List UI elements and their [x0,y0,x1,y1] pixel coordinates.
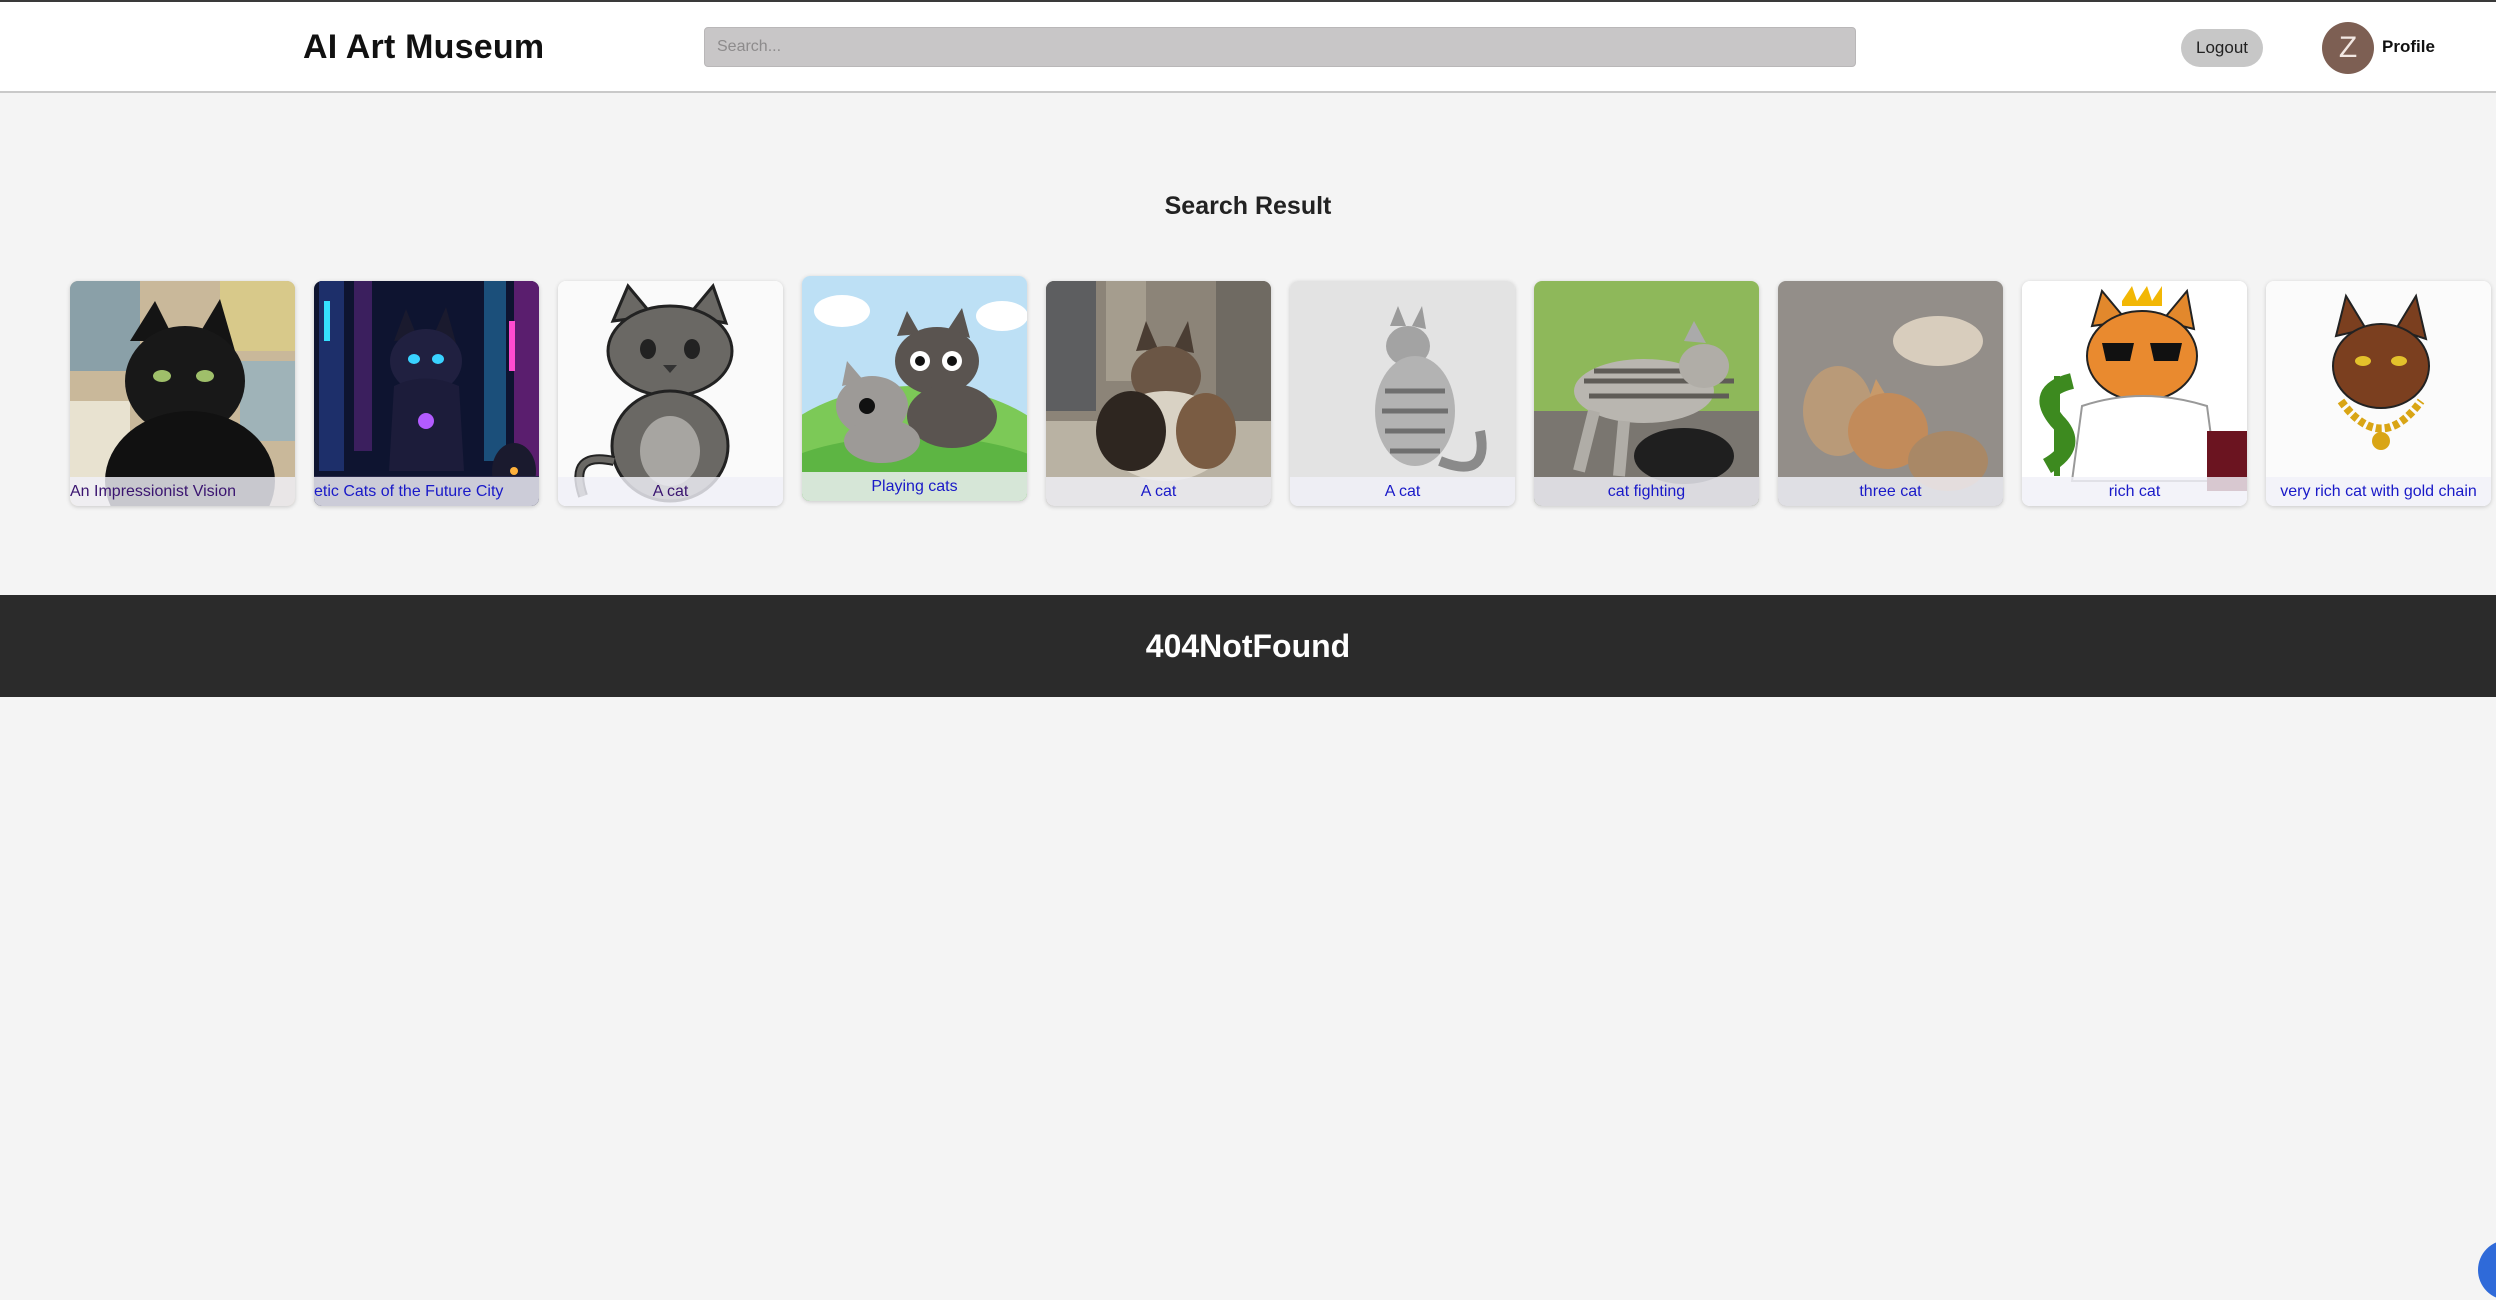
result-caption: A cat [1290,477,1515,506]
result-image-painted-cat [1046,281,1271,506]
profile-link[interactable]: Profile [2382,37,2435,57]
result-image-three-cats [1778,281,2003,506]
result-card[interactable]: An Impressionist Vision [70,281,295,506]
site-title[interactable]: AI Art Museum [303,28,544,67]
result-card[interactable]: very rich cat with gold chain [2266,281,2491,506]
result-caption: very rich cat with gold chain [2266,477,2491,506]
result-image-impressionist-cat [70,281,295,506]
result-caption: three cat [1778,477,2003,506]
result-card[interactable]: rich cat [2022,281,2247,506]
result-caption: An Impressionist Vision [70,477,295,506]
result-card[interactable]: Playing cats [802,276,1027,501]
result-card[interactable]: etic Cats of the Future City [314,281,539,506]
result-caption: A cat [1046,477,1271,506]
result-image-playing-cats [802,276,1027,501]
result-card[interactable]: three cat [1778,281,2003,506]
result-image-cartoon-cat [558,281,783,506]
result-image-cat-fighting [1534,281,1759,506]
site-footer: 404NotFound [0,595,2496,697]
result-card[interactable]: cat fighting [1534,281,1759,506]
result-caption: A cat [558,477,783,506]
page-title: Search Result [1164,192,1332,220]
result-image-tabby-cat [1290,281,1515,506]
search-results-gallery: An Impressionist Vision etic Cats of the… [0,270,2496,520]
result-image-cyber-cats [314,281,539,506]
result-card[interactable]: A cat [1290,281,1515,506]
top-navbar: AI Art Museum Logout Z Profile [0,2,2496,93]
logout-button[interactable]: Logout [2181,29,2263,67]
result-caption: cat fighting [1534,477,1759,506]
avatar[interactable]: Z [2322,22,2374,74]
result-caption: Playing cats [802,472,1027,501]
result-caption: rich cat [2022,477,2247,506]
floating-action-button[interactable] [2478,1240,2496,1300]
result-card[interactable]: A cat [1046,281,1271,506]
search-input[interactable] [704,27,1856,67]
result-image-gold-chain-cat [2266,281,2491,506]
result-card[interactable]: A cat [558,281,783,506]
result-caption: etic Cats of the Future City [314,477,539,506]
result-image-rich-cat [2022,281,2247,506]
